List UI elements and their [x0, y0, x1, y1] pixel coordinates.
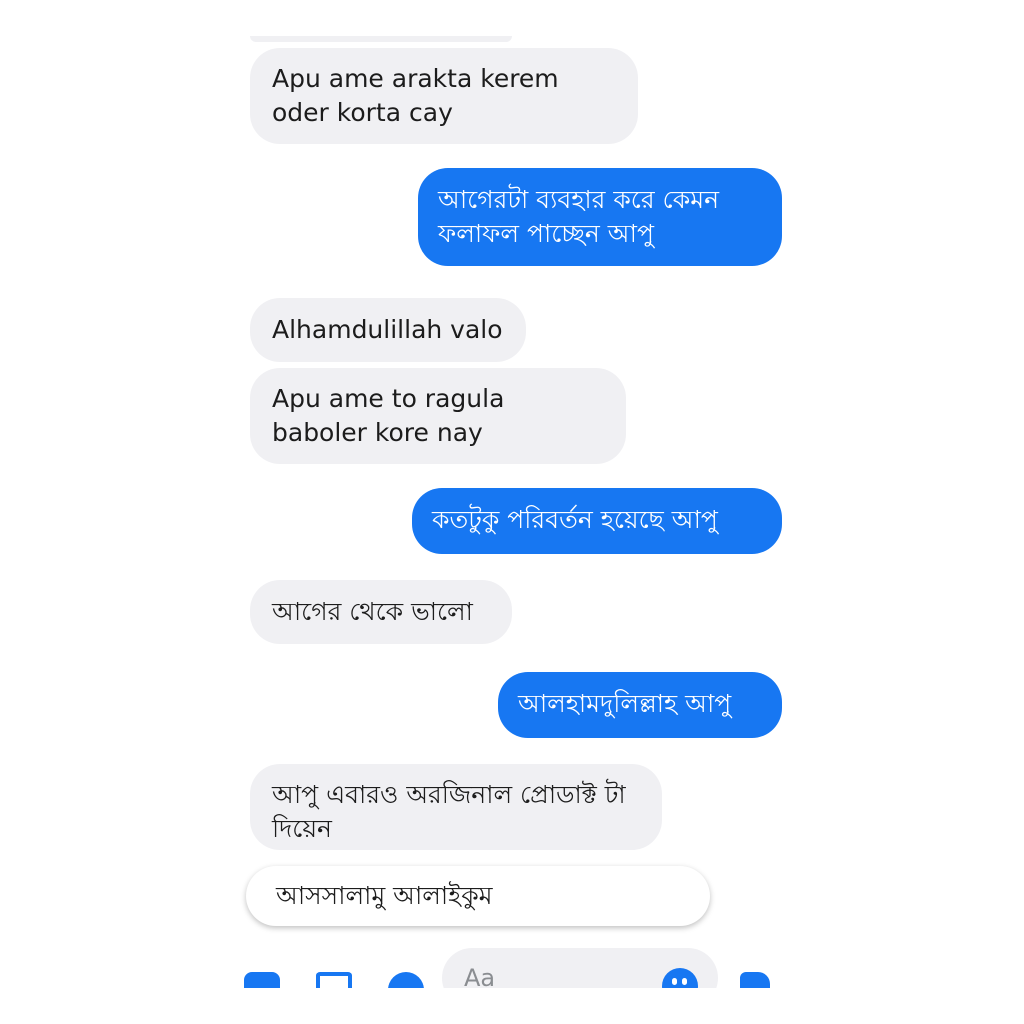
message-text: আগেরটা ব্যবহার করে কেমন ফলাফল পাচ্ছেন আপ…: [438, 185, 719, 248]
message-outgoing-2[interactable]: কতটুকু পরিবর্তন হয়েছে আপু: [412, 488, 782, 554]
quick-reply-suggestion[interactable]: আসসালামু আলাইকুম: [246, 866, 710, 926]
message-incoming-1[interactable]: Apu ame arakta kerem oder korta cay: [250, 48, 638, 144]
message-text: আলহামদুলিল্লাহ আপু: [518, 689, 732, 718]
gallery-icon[interactable]: [316, 972, 352, 988]
message-text: আপু এবারও অরজিনাল প্রোডাক্ট টা দিয়েন: [272, 780, 626, 843]
message-outgoing-1[interactable]: আগেরটা ব্যবহার করে কেমন ফলাফল পাচ্ছেন আপ…: [418, 168, 782, 266]
message-incoming-3[interactable]: Apu ame to ragula baboler kore nay: [250, 368, 626, 464]
message-outgoing-3[interactable]: আলহামদুলিল্লাহ আপু: [498, 672, 782, 738]
like-icon[interactable]: [740, 972, 770, 988]
mic-icon[interactable]: [388, 972, 424, 988]
composer-bar: Aa: [240, 944, 782, 988]
message-text: Apu ame arakta kerem oder korta cay: [272, 64, 559, 127]
quick-reply-label: আসসালামু আলাইকুম: [276, 881, 493, 910]
message-text: Alhamdulillah valo: [272, 315, 503, 344]
chat-screen: Apu ame arakta kerem oder korta cay আগের…: [240, 36, 782, 988]
message-text: কতটুকু পরিবর্তন হয়েছে আপু: [432, 505, 718, 534]
message-text: Apu ame to ragula baboler kore nay: [272, 384, 505, 447]
message-incoming-4[interactable]: আগের থেকে ভালো: [250, 580, 512, 644]
message-incoming-2[interactable]: Alhamdulillah valo: [250, 298, 526, 362]
previous-message-edge: [250, 36, 512, 42]
camera-icon[interactable]: [244, 972, 280, 988]
message-input-placeholder: Aa: [464, 964, 496, 988]
message-text: আগের থেকে ভালো: [272, 597, 473, 626]
message-incoming-5[interactable]: আপু এবারও অরজিনাল প্রোডাক্ট টা দিয়েন: [250, 764, 662, 850]
